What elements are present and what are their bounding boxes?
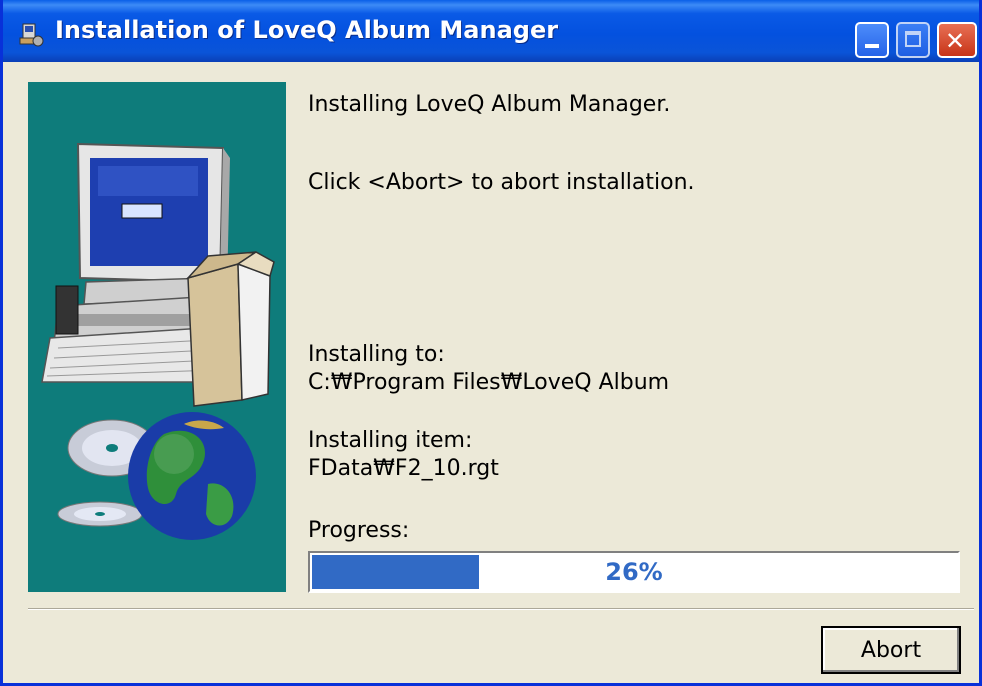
installer-icon bbox=[19, 23, 44, 47]
close-button[interactable]: ✕ bbox=[937, 22, 977, 58]
installing-item-value: FData₩F2_10.rgt bbox=[308, 456, 499, 481]
installing-to-path: C:₩Program Files₩LoveQ Album bbox=[308, 370, 670, 395]
installer-window: Installation of LoveQ Album Manager ✕ In… bbox=[0, 0, 982, 686]
title-bar[interactable]: Installation of LoveQ Album Manager ✕ bbox=[3, 0, 979, 62]
progress-percent: 26% bbox=[605, 558, 663, 586]
separator bbox=[28, 608, 974, 610]
window-title: Installation of LoveQ Album Manager bbox=[55, 16, 559, 44]
abort-button[interactable]: Abort bbox=[821, 626, 961, 674]
maximize-icon bbox=[905, 31, 921, 47]
minimize-icon bbox=[865, 44, 879, 48]
close-icon: ✕ bbox=[945, 27, 966, 55]
computer-box-cd-globe-illustration bbox=[41, 142, 275, 540]
maximize-button[interactable] bbox=[896, 22, 930, 58]
progress-label: Progress: bbox=[308, 518, 410, 543]
installing-message: Installing LoveQ Album Manager. bbox=[308, 92, 671, 117]
installing-to-label: Installing to: bbox=[308, 342, 445, 367]
progress-bar: 26% bbox=[308, 551, 960, 593]
installing-item-label: Installing item: bbox=[308, 428, 473, 453]
minimize-button[interactable] bbox=[855, 22, 889, 58]
installer-side-panel bbox=[28, 82, 286, 592]
abort-hint-message: Click <Abort> to abort installation. bbox=[308, 170, 695, 195]
